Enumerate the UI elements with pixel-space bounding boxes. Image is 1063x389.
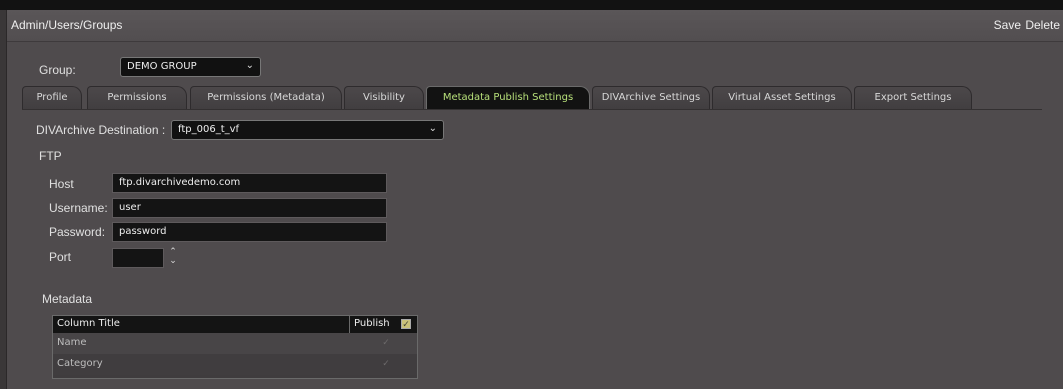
chevron-down-icon[interactable]: ⌄ <box>167 257 179 266</box>
port-label: Port <box>49 250 72 264</box>
password-label: Password: <box>49 225 106 239</box>
chevron-down-icon: ⌄ <box>428 123 437 134</box>
breadcrumb: Admin/Users/Groups <box>11 18 123 32</box>
table-row[interactable]: Category ✓ <box>53 354 417 375</box>
tab-bar: Profile Permissions Permissions (Metadat… <box>22 86 1042 110</box>
group-select-value: DEMO GROUP <box>127 61 197 72</box>
metadata-table: Column Title Publish ✓ Name ✓ Category ✓ <box>52 315 418 379</box>
publish-checkbox[interactable]: ✓ <box>381 359 391 369</box>
tab-divarchive-settings[interactable]: DIVArchive Settings <box>592 86 710 110</box>
left-panel-edge[interactable] <box>0 10 7 389</box>
chevron-down-icon: ⌄ <box>245 60 254 71</box>
top-strip <box>0 0 1063 10</box>
row-title: Name <box>57 337 87 348</box>
destination-select-value: ftp_006_t_vf <box>178 124 240 135</box>
table-row[interactable]: Name ✓ <box>53 333 417 354</box>
host-field[interactable]: ftp.divarchivedemo.com <box>112 173 387 193</box>
tab-permissions-metadata[interactable]: Permissions (Metadata) <box>190 86 342 110</box>
divarchive-destination-select[interactable]: ftp_006_t_vf ⌄ <box>171 120 444 140</box>
port-stepper[interactable]: ⌃ ⌄ <box>167 248 179 268</box>
publish-checkbox[interactable]: ✓ <box>381 338 391 348</box>
page-header: Admin/Users/Groups Save Delete <box>7 10 1063 42</box>
tab-profile[interactable]: Profile <box>22 86 82 110</box>
username-label: Username: <box>49 201 108 215</box>
metadata-section-title: Metadata <box>42 292 93 306</box>
delete-button[interactable]: Delete <box>1025 18 1060 32</box>
divarchive-destination-label: DIVArchive Destination : <box>36 123 166 137</box>
tab-divider <box>22 109 1042 110</box>
publish-header-label: Publish <box>354 318 390 329</box>
ftp-section-title: FTP <box>39 149 62 163</box>
host-label: Host <box>49 177 74 191</box>
save-button[interactable]: Save <box>994 18 1021 32</box>
publish-all-checkbox[interactable]: ✓ <box>401 319 411 330</box>
tab-metadata-publish-settings[interactable]: Metadata Publish Settings <box>426 86 590 110</box>
group-label: Group: <box>39 63 76 77</box>
username-field[interactable]: user <box>112 198 387 218</box>
column-header-title[interactable]: Column Title <box>53 316 350 333</box>
password-field[interactable]: password <box>112 222 387 242</box>
tab-permissions[interactable]: Permissions <box>87 86 187 110</box>
tab-export-settings[interactable]: Export Settings <box>854 86 972 110</box>
tab-visibility[interactable]: Visibility <box>344 86 424 110</box>
tab-virtual-asset-settings[interactable]: Virtual Asset Settings <box>712 86 852 110</box>
port-field[interactable] <box>112 248 164 268</box>
group-select[interactable]: DEMO GROUP ⌄ <box>120 57 261 77</box>
row-title: Category <box>57 358 103 369</box>
